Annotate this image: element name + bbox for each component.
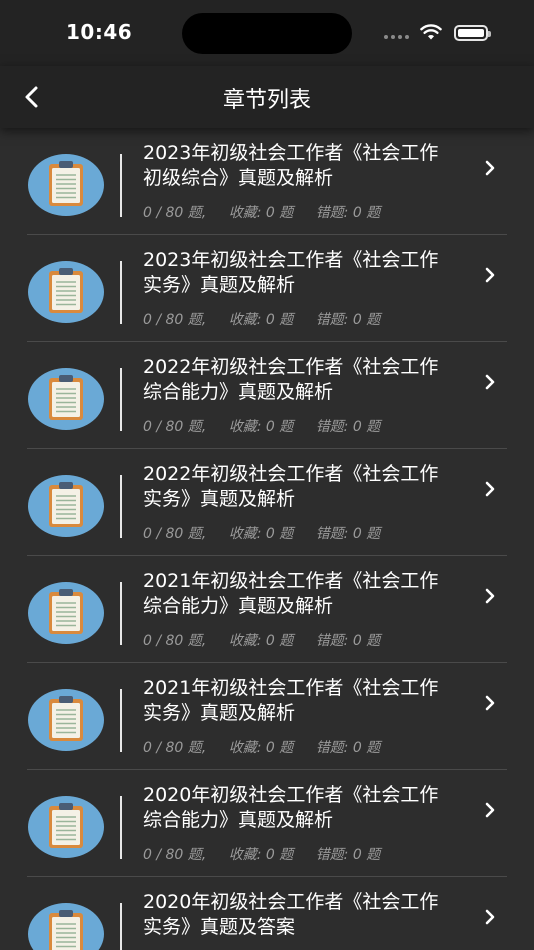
item-title: 2023年初级社会工作者《社会工作实务》真题及解析 [143,249,439,296]
chapter-list-item[interactable]: 2021年初级社会工作者《社会工作综合能力》真题及解析 0 / 80 题, 收藏… [0,556,534,663]
item-stats: 0 / 80 题, 收藏: 0 题 错题: 0 题 [143,737,398,757]
wifi-icon [420,24,442,40]
chapter-list-item[interactable]: 2022年初级社会工作者《社会工作综合能力》真题及解析 0 / 80 题, 收藏… [0,342,534,449]
item-stats: 0 / 80 题, 收藏: 0 题 错题: 0 题 [143,630,398,650]
item-stats: 0 / 80 题, 收藏: 0 题 错题: 0 题 [143,416,398,436]
item-favorites: 收藏: 0 题 [228,312,294,328]
chevron-right-icon [485,160,495,176]
item-errors: 错题: 0 题 [315,526,381,542]
chevron-right-icon [485,481,495,497]
item-title: 2021年初级社会工作者《社会工作综合能力》真题及解析 [143,570,439,617]
chevron-right-icon [485,267,495,283]
navigation-bar: 章节列表 [0,66,534,128]
item-errors: 错题: 0 题 [315,633,381,649]
chapter-list-item[interactable]: 2020年初级社会工作者《社会工作实务》真题及答案 [0,877,534,950]
clipboard-icon [28,261,104,323]
battery-icon [454,25,491,41]
item-favorites: 收藏: 0 题 [228,740,294,756]
status-bar: 10:46 [0,0,534,66]
item-stats: 0 / 80 题, 收藏: 0 题 错题: 0 题 [143,309,398,329]
item-favorites: 收藏: 0 题 [228,419,294,435]
item-separator-line [120,475,122,538]
item-progress: 0 / 80 题, [143,740,207,756]
item-progress: 0 / 80 题, [143,633,207,649]
item-title: 2020年初级社会工作者《社会工作实务》真题及答案 [143,891,439,938]
item-favorites: 收藏: 0 题 [228,633,294,649]
page-title: 章节列表 [222,88,311,113]
item-stats: 0 / 80 题, 收藏: 0 题 错题: 0 题 [143,523,398,543]
screen: 10:46 章节列表 2023年初级社会工作者《社会工作初级综合》真题及解析 0… [0,0,534,950]
item-stats: 0 / 80 题, 收藏: 0 题 错题: 0 题 [143,202,398,222]
item-progress: 0 / 80 题, [143,205,207,221]
item-favorites: 收藏: 0 题 [228,526,294,542]
item-stats: 0 / 80 题, 收藏: 0 题 错题: 0 题 [143,844,398,864]
item-errors: 错题: 0 题 [315,312,381,328]
item-separator-line [120,582,122,645]
chapter-list: 2023年初级社会工作者《社会工作初级综合》真题及解析 0 / 80 题, 收藏… [0,128,534,950]
item-progress: 0 / 80 题, [143,419,207,435]
item-errors: 错题: 0 题 [315,847,381,863]
item-title: 2022年初级社会工作者《社会工作综合能力》真题及解析 [143,356,439,403]
signal-icon [384,35,409,39]
item-title: 2023年初级社会工作者《社会工作初级综合》真题及解析 [143,142,439,189]
chevron-right-icon [485,695,495,711]
clipboard-icon [28,368,104,430]
item-title: 2020年初级社会工作者《社会工作综合能力》真题及解析 [143,784,439,831]
chevron-right-icon [485,802,495,818]
item-separator-line [120,903,122,950]
chapter-list-item[interactable]: 2020年初级社会工作者《社会工作综合能力》真题及解析 0 / 80 题, 收藏… [0,770,534,877]
clipboard-icon [28,796,104,858]
item-separator-line [120,368,122,431]
chevron-right-icon [485,374,495,390]
status-time: 10:46 [66,20,133,44]
item-separator-line [120,796,122,859]
chapter-list-item[interactable]: 2022年初级社会工作者《社会工作实务》真题及解析 0 / 80 题, 收藏: … [0,449,534,556]
dynamic-island [182,13,352,54]
chevron-right-icon [485,909,495,925]
item-progress: 0 / 80 题, [143,312,207,328]
item-errors: 错题: 0 题 [315,205,381,221]
item-progress: 0 / 80 题, [143,847,207,863]
item-progress: 0 / 80 题, [143,526,207,542]
item-favorites: 收藏: 0 题 [228,205,294,221]
item-errors: 错题: 0 题 [315,419,381,435]
clipboard-icon [28,154,104,216]
item-separator-line [120,154,122,217]
clipboard-icon [28,475,104,537]
item-favorites: 收藏: 0 题 [228,847,294,863]
item-errors: 错题: 0 题 [315,740,381,756]
chapter-list-item[interactable]: 2023年初级社会工作者《社会工作初级综合》真题及解析 0 / 80 题, 收藏… [0,128,534,235]
chevron-right-icon [485,588,495,604]
item-title: 2021年初级社会工作者《社会工作实务》真题及解析 [143,677,439,724]
item-title: 2022年初级社会工作者《社会工作实务》真题及解析 [143,463,439,510]
chapter-list-item[interactable]: 2023年初级社会工作者《社会工作实务》真题及解析 0 / 80 题, 收藏: … [0,235,534,342]
clipboard-icon [28,903,104,950]
item-separator-line [120,689,122,752]
clipboard-icon [28,582,104,644]
item-separator-line [120,261,122,324]
chapter-list-item[interactable]: 2021年初级社会工作者《社会工作实务》真题及解析 0 / 80 题, 收藏: … [0,663,534,770]
clipboard-icon [28,689,104,751]
